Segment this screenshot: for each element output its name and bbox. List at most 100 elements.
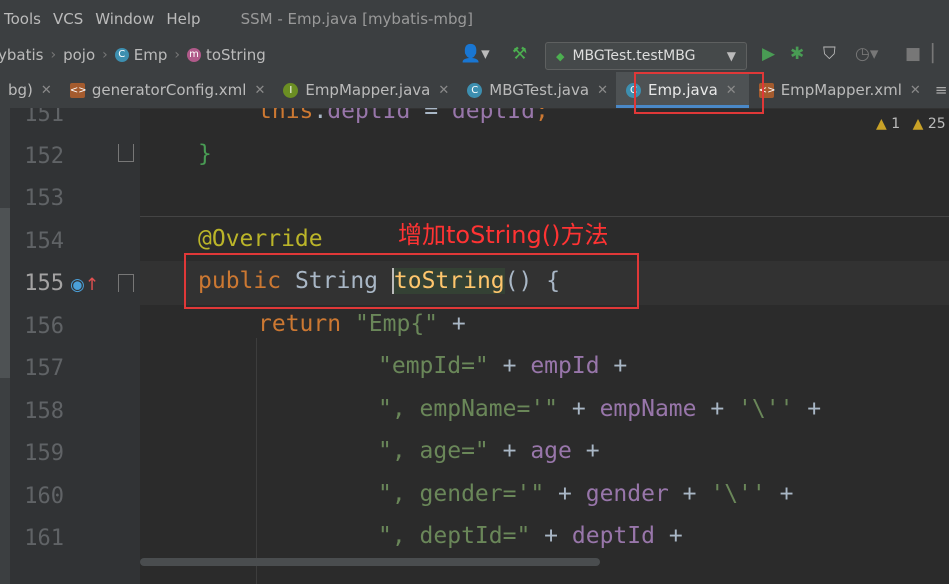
chevron-right-icon: › — [50, 47, 57, 63]
line-number: 159 — [24, 441, 64, 466]
token: deptId — [327, 108, 411, 124]
token: gender — [585, 481, 669, 507]
warning-icon: ▲ — [876, 116, 887, 132]
token: = — [410, 108, 452, 124]
inspection-widget[interactable]: ▲ 1 ▲ 25 — [876, 116, 946, 132]
token: ", deptId=" — [378, 523, 531, 549]
warning-count: 1 — [891, 116, 901, 132]
code-line-161: ", deptId=" + deptId + — [378, 523, 683, 549]
tab-generatorconfig-xml[interactable]: <> generatorConfig.xml ✕ — [60, 72, 274, 108]
run-configuration-select[interactable]: ◆ MBGTest.testMBG ▼ — [545, 42, 747, 70]
class-icon: C — [114, 48, 129, 62]
menu-tools[interactable]: Tools — [4, 10, 41, 28]
chevron-down-icon: ▼ — [726, 49, 736, 63]
token: empName — [599, 396, 697, 422]
token: '\'' — [710, 481, 766, 507]
profile-icon[interactable]: ◷▾ — [855, 44, 878, 64]
code-area[interactable]: this.deptId = deptId; } @Override public… — [140, 108, 949, 584]
token: age — [530, 438, 572, 464]
menu-help[interactable]: Help — [166, 10, 200, 28]
tab-label: generatorConfig.xml — [91, 81, 247, 99]
token: '\'' — [738, 396, 794, 422]
code-line-151: this.deptId = deptId; — [258, 108, 549, 124]
debug-icon[interactable]: ✱ — [790, 44, 804, 64]
chevron-right-icon: › — [102, 47, 108, 63]
override-method-icon[interactable]: ◉↑ — [70, 275, 99, 295]
fold-marker-icon[interactable] — [118, 274, 134, 292]
line-number: 151 — [24, 108, 64, 127]
menu-window[interactable]: Window — [95, 10, 154, 28]
token: + — [438, 311, 466, 337]
close-icon[interactable]: ✕ — [910, 83, 921, 98]
token: + — [793, 396, 822, 422]
breadcrumb-class[interactable]: Emp — [134, 46, 168, 64]
tab-mbg[interactable]: bg) ✕ — [0, 72, 60, 108]
token: + — [668, 481, 711, 507]
token: + — [571, 438, 600, 464]
editor-tab-bar: bg) ✕ <> generatorConfig.xml ✕ I EmpMapper… — [0, 72, 949, 109]
weak-warning-count: 25 — [927, 116, 946, 132]
breadcrumb-method[interactable]: toString — [206, 46, 266, 64]
breadcrumb: ybatis › pojo › C Emp › m toString — [0, 46, 266, 64]
tab-label: MBGTest.java — [489, 81, 590, 99]
code-line-159: ", age=" + age + — [378, 438, 600, 464]
line-number: 155 — [24, 271, 64, 296]
close-icon[interactable]: ✕ — [438, 83, 449, 98]
token: ", empName='" — [378, 396, 559, 422]
interface-icon: I — [283, 82, 299, 98]
run-configuration-label: MBGTest.testMBG — [572, 48, 696, 64]
token: ; — [534, 108, 549, 124]
user-icon[interactable]: 👤▾ — [460, 44, 490, 64]
token: ", gender='" — [378, 481, 545, 507]
line-number: 156 — [24, 314, 64, 339]
token: deptId — [571, 523, 655, 549]
line-number: 160 — [24, 484, 64, 509]
line-number: 161 — [24, 526, 64, 551]
line-number: 157 — [24, 356, 64, 381]
close-icon[interactable]: ✕ — [597, 83, 608, 98]
code-line-156: return "Emp{" + — [258, 311, 466, 337]
editor-gutter: 151 152 153 154 155 156 157 158 159 160 … — [0, 108, 140, 584]
code-line-158: ", empName='" + empName + '\'' + — [378, 396, 821, 422]
token: + — [696, 396, 739, 422]
line-number: 152 — [24, 144, 64, 169]
horizontal-scrollbar[interactable] — [140, 558, 600, 566]
tab-label: EmpMapper.xml — [780, 81, 902, 99]
close-icon[interactable]: ✕ — [41, 83, 52, 98]
stop-icon[interactable]: ■ — [905, 44, 921, 64]
test-config-icon: ◆ — [556, 49, 565, 63]
token: ", age=" — [378, 438, 489, 464]
gutter-scroll-thumb[interactable] — [0, 208, 10, 378]
code-editor[interactable]: 151 152 153 154 155 156 157 158 159 160 … — [0, 108, 949, 584]
tab-mbgtest-java[interactable]: C MBGTest.java ✕ — [457, 72, 616, 108]
menu-vcs[interactable]: VCS — [53, 10, 83, 28]
tab-label: bg) — [8, 81, 33, 99]
chevron-right-icon: › — [174, 47, 180, 63]
indent-guide — [256, 338, 257, 584]
fold-marker-icon[interactable] — [118, 144, 134, 162]
breadcrumb-module[interactable]: ybatis — [0, 46, 43, 64]
close-icon[interactable]: ✕ — [254, 83, 265, 98]
token: . — [313, 108, 328, 124]
breadcrumb-package[interactable]: pojo — [63, 46, 95, 64]
test-class-icon: C — [467, 82, 483, 98]
token: return — [258, 311, 342, 337]
more-icon[interactable]: ▏ — [932, 44, 945, 64]
coverage-icon[interactable]: ⛉ — [823, 44, 836, 64]
more-tabs-icon[interactable]: ≡ — [935, 81, 948, 99]
token: empId — [530, 353, 600, 379]
token: + — [599, 353, 628, 379]
code-line-152: } — [198, 141, 212, 167]
tab-empmapper-xml[interactable]: <> EmpMapper.xml ✕ — [749, 72, 929, 108]
annotation-highlight-method — [184, 253, 639, 309]
run-icon[interactable]: ▶ — [762, 44, 775, 64]
line-number: 158 — [24, 399, 64, 424]
window-title: SSM - Emp.java [mybatis-mbg] — [240, 10, 473, 28]
tab-empmapper-java[interactable]: I EmpMapper.java ✕ — [273, 72, 457, 108]
xml-file-icon: <> — [69, 82, 87, 98]
build-hammer-icon[interactable]: ⚒ — [512, 44, 527, 64]
code-line-154: @Override — [198, 226, 323, 252]
line-number: 153 — [24, 186, 64, 211]
line-number: 154 — [24, 229, 64, 254]
code-line-160: ", gender='" + gender + '\'' + — [378, 481, 793, 507]
